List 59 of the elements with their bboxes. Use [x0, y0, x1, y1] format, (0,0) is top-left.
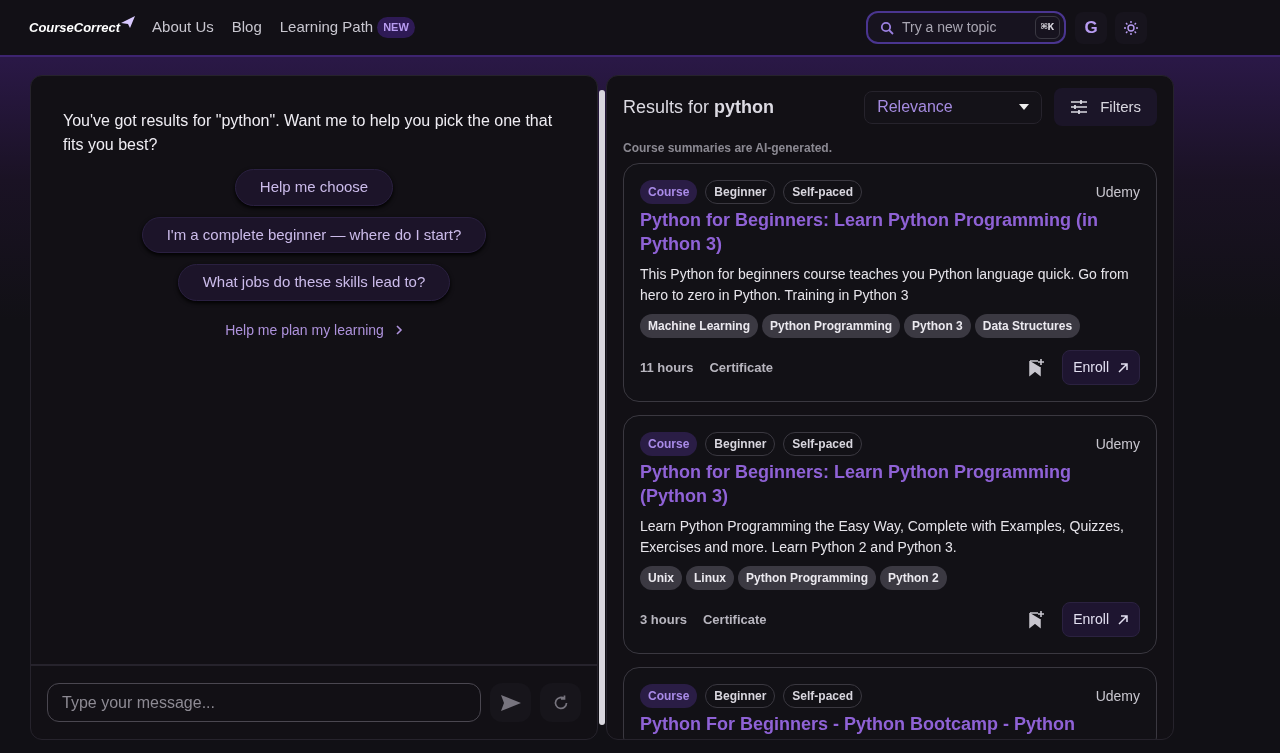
refresh-button[interactable] — [540, 683, 581, 722]
chevron-right-icon — [395, 325, 403, 335]
search-field[interactable]: Try a new topic — [902, 17, 1027, 38]
results-heading: Results for python — [623, 95, 775, 119]
credential-label: Certificate — [709, 358, 774, 377]
external-arrow-icon — [1117, 361, 1129, 374]
skill-tag: Python 2 — [880, 566, 947, 590]
shortcut-key: ⌘K — [1034, 16, 1060, 39]
paper-plane-icon — [120, 14, 137, 29]
send-icon — [499, 693, 522, 712]
send-button[interactable] — [490, 683, 531, 722]
new-badge: NEW — [377, 17, 415, 38]
skill-tag: Machine Learning — [640, 314, 759, 338]
course-title-link[interactable]: Python for Beginners: Learn Python Programming (in Python 3) — [640, 208, 1140, 256]
enroll-button[interactable]: Enroll — [1062, 602, 1140, 637]
sun-icon — [1123, 19, 1139, 36]
account-button[interactable]: G — [1075, 11, 1107, 44]
duration-label: 11 hours — [640, 358, 694, 377]
ai-note: Course summaries are AI-generated. — [623, 140, 833, 157]
suggestion-button[interactable]: What jobs do these skills lead to? — [177, 264, 451, 301]
theme-toggle-button[interactable] — [1115, 11, 1147, 44]
provider-label: Udemy — [1095, 434, 1140, 454]
course-title-link[interactable]: Python For Beginners - Python Bootcamp - Python — [640, 712, 1140, 736]
search-icon — [880, 20, 894, 35]
logo-text[interactable]: CourseCorrect — [29, 17, 121, 38]
provider-label: Udemy — [1095, 686, 1140, 706]
nav-link[interactable]: Blog — [231, 16, 262, 39]
scrollbar[interactable] — [599, 90, 605, 725]
sliders-icon — [1070, 99, 1089, 115]
skill-tag: Python Programming — [738, 566, 877, 590]
plan-learning-link[interactable]: Help me plan my learning — [225, 319, 403, 341]
nav-link[interactable]: Learning Path NEW — [279, 16, 415, 39]
enroll-button[interactable]: Enroll — [1062, 350, 1140, 385]
external-arrow-icon — [1117, 613, 1129, 626]
type-chip: Course — [640, 432, 698, 456]
skill-tag: Python 3 — [904, 314, 971, 338]
skill-tag: Unix — [640, 566, 682, 590]
search-bar[interactable]: Try a new topic ⌘K — [866, 11, 1066, 44]
type-chip: Course — [640, 684, 698, 708]
course-description: This Python for beginners course teaches you Python language quick. Go from hero to zero in Python. Training in Python 3 — [640, 265, 1130, 305]
duration-label: 3 hours — [640, 610, 687, 629]
suggestion-button[interactable]: Help me choose — [234, 169, 394, 206]
skill-tag: Linux — [686, 566, 734, 590]
skill-tag: Python Programming — [762, 314, 901, 338]
credential-label: Certificate — [702, 610, 767, 629]
assistant-message: You've got results for "python". Want me to help you pick the one that fits you best? — [63, 111, 554, 155]
type-chip: Course — [640, 180, 698, 204]
nav-link[interactable]: About Us — [152, 16, 214, 39]
caret-icon — [1019, 104, 1030, 110]
sort-dropdown[interactable]: Relevance — [864, 90, 1043, 124]
bookmark-add-icon[interactable] — [1026, 357, 1047, 378]
bookmark-add-icon[interactable] — [1026, 609, 1047, 630]
provider-label: Udemy — [1095, 182, 1140, 202]
course-title-link[interactable]: Python for Beginners: Learn Python Programming (Python 3) — [640, 460, 1140, 508]
course-description: Learn Python Programming the Easy Way, Complete with Examples, Quizzes, Exercises and more. Learn Python 2 and Python 3. — [640, 517, 1125, 557]
message-input-field[interactable]: Type your message... — [47, 683, 481, 722]
suggestion-button[interactable]: I'm a complete beginner — where do I start? — [141, 216, 487, 253]
filters-button[interactable]: Filters — [1054, 88, 1157, 126]
skill-tag: Data Structures — [974, 314, 1081, 338]
